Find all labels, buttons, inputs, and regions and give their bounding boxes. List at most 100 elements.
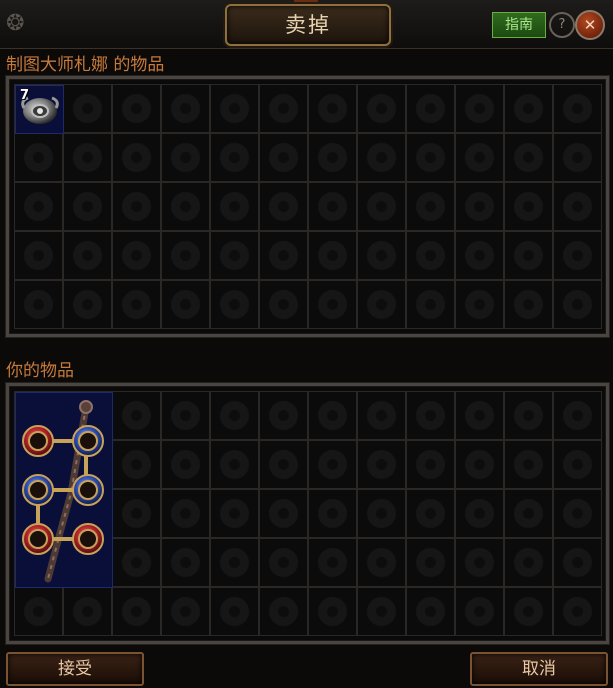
inventory-cell[interactable] [161, 587, 210, 636]
inventory-cell[interactable] [210, 231, 259, 280]
inventory-cell[interactable] [63, 182, 112, 231]
inventory-cell[interactable] [553, 280, 602, 329]
inventory-cell[interactable] [357, 538, 406, 587]
inventory-cell[interactable] [112, 280, 161, 329]
inventory-cell[interactable] [504, 231, 553, 280]
inventory-cell[interactable] [455, 182, 504, 231]
inventory-cell[interactable] [161, 84, 210, 133]
inventory-cell[interactable] [210, 280, 259, 329]
inventory-cell[interactable] [553, 587, 602, 636]
inventory-cell[interactable] [357, 280, 406, 329]
inventory-cell[interactable] [210, 84, 259, 133]
inventory-cell[interactable] [308, 280, 357, 329]
inventory-cell[interactable] [553, 182, 602, 231]
inventory-cell[interactable] [357, 133, 406, 182]
inventory-cell[interactable] [161, 538, 210, 587]
inventory-cell[interactable] [553, 538, 602, 587]
inventory-cell[interactable] [259, 182, 308, 231]
inventory-cell[interactable] [161, 489, 210, 538]
inventory-cell[interactable] [406, 231, 455, 280]
inventory-cell[interactable] [455, 440, 504, 489]
close-icon[interactable]: ✕ [575, 10, 605, 40]
inventory-cell[interactable] [112, 587, 161, 636]
inventory-cell[interactable] [14, 133, 63, 182]
inventory-cell[interactable] [14, 280, 63, 329]
inventory-cell[interactable] [210, 391, 259, 440]
inventory-cell[interactable] [504, 489, 553, 538]
inventory-cell[interactable] [308, 538, 357, 587]
inventory-cell[interactable] [308, 84, 357, 133]
inventory-cell[interactable] [161, 391, 210, 440]
inventory-cell[interactable] [308, 440, 357, 489]
inventory-cell[interactable] [553, 133, 602, 182]
inventory-cell[interactable] [259, 489, 308, 538]
inventory-cell[interactable] [112, 133, 161, 182]
inventory-cell[interactable] [504, 84, 553, 133]
inventory-cell[interactable] [455, 587, 504, 636]
inventory-cell[interactable] [504, 587, 553, 636]
inventory-cell[interactable] [112, 538, 161, 587]
inventory-cell[interactable] [553, 440, 602, 489]
inventory-cell[interactable] [455, 280, 504, 329]
inventory-cell[interactable] [210, 538, 259, 587]
inventory-cell[interactable] [504, 440, 553, 489]
inventory-cell[interactable] [455, 84, 504, 133]
inventory-cell[interactable] [63, 84, 112, 133]
inventory-cell[interactable] [112, 489, 161, 538]
inventory-cell[interactable] [406, 84, 455, 133]
inventory-cell[interactable] [455, 489, 504, 538]
inventory-cell[interactable] [112, 391, 161, 440]
inventory-cell[interactable] [210, 182, 259, 231]
inventory-cell[interactable] [259, 440, 308, 489]
vendor-item-orb[interactable]: 7 [15, 85, 64, 134]
inventory-cell[interactable] [455, 133, 504, 182]
inventory-cell[interactable] [63, 133, 112, 182]
inventory-cell[interactable] [406, 133, 455, 182]
inventory-cell[interactable] [259, 587, 308, 636]
inventory-cell[interactable] [357, 182, 406, 231]
inventory-cell[interactable] [455, 391, 504, 440]
cancel-button[interactable]: 取消 [470, 652, 608, 686]
inventory-cell[interactable] [455, 231, 504, 280]
inventory-cell[interactable] [161, 182, 210, 231]
inventory-cell[interactable] [210, 587, 259, 636]
inventory-cell[interactable] [14, 182, 63, 231]
inventory-cell[interactable] [406, 280, 455, 329]
inventory-cell[interactable] [63, 231, 112, 280]
inventory-cell[interactable] [504, 391, 553, 440]
inventory-cell[interactable] [259, 280, 308, 329]
inventory-cell[interactable] [210, 489, 259, 538]
inventory-cell[interactable] [455, 538, 504, 587]
inventory-cell[interactable] [161, 133, 210, 182]
inventory-cell[interactable] [504, 182, 553, 231]
inventory-cell[interactable] [161, 440, 210, 489]
inventory-cell[interactable] [308, 182, 357, 231]
inventory-cell[interactable] [357, 231, 406, 280]
inventory-cell[interactable] [357, 587, 406, 636]
inventory-cell[interactable] [308, 391, 357, 440]
guide-button[interactable]: 指南 [492, 12, 546, 38]
inventory-cell[interactable] [553, 489, 602, 538]
inventory-cell[interactable] [406, 391, 455, 440]
inventory-cell[interactable] [112, 84, 161, 133]
inventory-cell[interactable] [161, 231, 210, 280]
inventory-cell[interactable] [210, 440, 259, 489]
inventory-cell[interactable] [112, 440, 161, 489]
inventory-cell[interactable] [504, 280, 553, 329]
help-icon[interactable]: ? [549, 12, 575, 38]
inventory-cell[interactable] [259, 133, 308, 182]
inventory-cell[interactable] [357, 489, 406, 538]
inventory-cell[interactable] [308, 489, 357, 538]
player-item-staff[interactable] [15, 392, 113, 588]
inventory-cell[interactable] [357, 391, 406, 440]
accept-button[interactable]: 接受 [6, 652, 144, 686]
inventory-cell[interactable] [63, 587, 112, 636]
inventory-cell[interactable] [112, 231, 161, 280]
inventory-cell[interactable] [259, 84, 308, 133]
inventory-cell[interactable] [357, 440, 406, 489]
inventory-cell[interactable] [553, 231, 602, 280]
inventory-cell[interactable] [406, 587, 455, 636]
inventory-cell[interactable] [259, 391, 308, 440]
inventory-cell[interactable] [112, 182, 161, 231]
inventory-cell[interactable] [504, 538, 553, 587]
